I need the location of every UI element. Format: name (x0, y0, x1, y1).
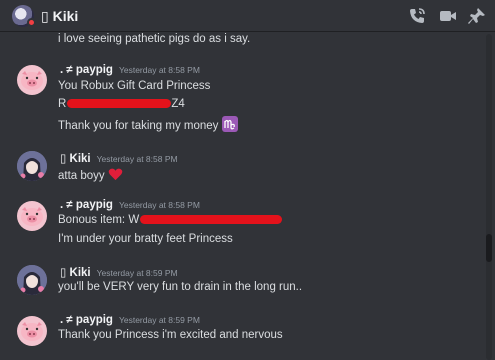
timestamp: Yesterday at 8:58 PM (118, 200, 200, 210)
pig-face-icon (21, 322, 43, 341)
message-text-redacted: R Z4 (58, 98, 185, 110)
message-text: Thank you Princess i'm excited and nervo… (58, 329, 283, 341)
virgo-emoji-icon (221, 116, 238, 132)
scrollbar-thumb[interactable] (486, 234, 492, 262)
message-text: You Robux Gift Card Princess (58, 80, 211, 92)
scrollbar-track[interactable] (486, 34, 492, 360)
timestamp: Yesterday at 8:58 PM (118, 65, 200, 75)
message-text-fragment: Z4 (171, 98, 185, 110)
call-icon[interactable] (407, 6, 427, 26)
author-name[interactable]: . ≠ paypig (60, 314, 113, 326)
redaction-mark (140, 215, 283, 225)
author-name[interactable]: ▯ Kiki (60, 153, 91, 165)
message-text: i love seeing pathetic pigs do as i say. (58, 33, 251, 45)
anime-girl-avatar-icon (17, 151, 47, 181)
channel-title: ▯ Kiki (41, 8, 79, 24)
message-text-fragment: R (58, 98, 67, 110)
pig-face-icon (21, 207, 43, 226)
pig-face-icon (21, 71, 43, 90)
message-author[interactable]: . ≠ paypig Yesterday at 8:58 PM (60, 199, 200, 211)
author-name[interactable]: . ≠ paypig (60, 199, 113, 211)
pig-avatar[interactable] (17, 65, 47, 95)
message-text-redacted: Bonous item: W (58, 214, 283, 226)
message-group: ▯ Kiki Yesterday at 8:59 PM you'll be VER… (0, 262, 482, 302)
redaction-mark (67, 99, 172, 109)
message-text-with-emoji: atta boyy (58, 167, 123, 182)
red-heart-emoji-icon (108, 168, 123, 181)
message-text: Thank you for taking my money (58, 120, 219, 132)
kiki-avatar[interactable] (17, 265, 47, 295)
message-author[interactable]: ▯ Kiki Yesterday at 8:59 PM (60, 265, 178, 279)
timestamp: Yesterday at 8:59 PM (96, 268, 178, 278)
author-name[interactable]: . ≠ paypig (60, 64, 113, 76)
message-group: . ≠ paypig Yesterday at 8:58 PM Bonous it… (0, 197, 482, 252)
timestamp: Yesterday at 8:59 PM (118, 315, 200, 325)
message-text-with-emoji: Thank you for taking my money (58, 116, 238, 132)
pig-avatar[interactable] (17, 201, 47, 231)
message-group: ▯ Kiki Yesterday at 8:58 PM atta boyy (0, 148, 482, 188)
pig-avatar[interactable] (17, 316, 47, 346)
message-text: Bonous item: W (58, 214, 140, 226)
message-group: . ≠ paypig Yesterday at 8:59 PM Thank you… (0, 312, 482, 352)
kiki-avatar[interactable] (17, 151, 47, 181)
message-continuation: i love seeing pathetic pigs do as i say. (0, 30, 482, 50)
message-text: I'm under your bratty feet Princess (58, 233, 233, 245)
channel-header: ▯ Kiki (0, 0, 495, 32)
message-author[interactable]: . ≠ paypig Yesterday at 8:59 PM (60, 314, 200, 326)
status-dnd-icon (27, 18, 36, 27)
author-name[interactable]: ▯ Kiki (60, 267, 91, 279)
message-text: you'll be VERY very fun to drain in the … (58, 281, 303, 293)
message-text: atta boyy (58, 170, 105, 182)
message-author[interactable]: ▯ Kiki Yesterday at 8:58 PM (60, 151, 178, 165)
video-call-icon[interactable] (438, 6, 458, 26)
timestamp: Yesterday at 8:58 PM (96, 154, 178, 164)
pin-icon[interactable] (467, 6, 487, 26)
anime-girl-avatar-icon (17, 265, 47, 295)
message-author[interactable]: . ≠ paypig Yesterday at 8:58 PM (60, 64, 200, 76)
message-group: . ≠ paypig Yesterday at 8:58 PM You Robux… (0, 60, 482, 140)
